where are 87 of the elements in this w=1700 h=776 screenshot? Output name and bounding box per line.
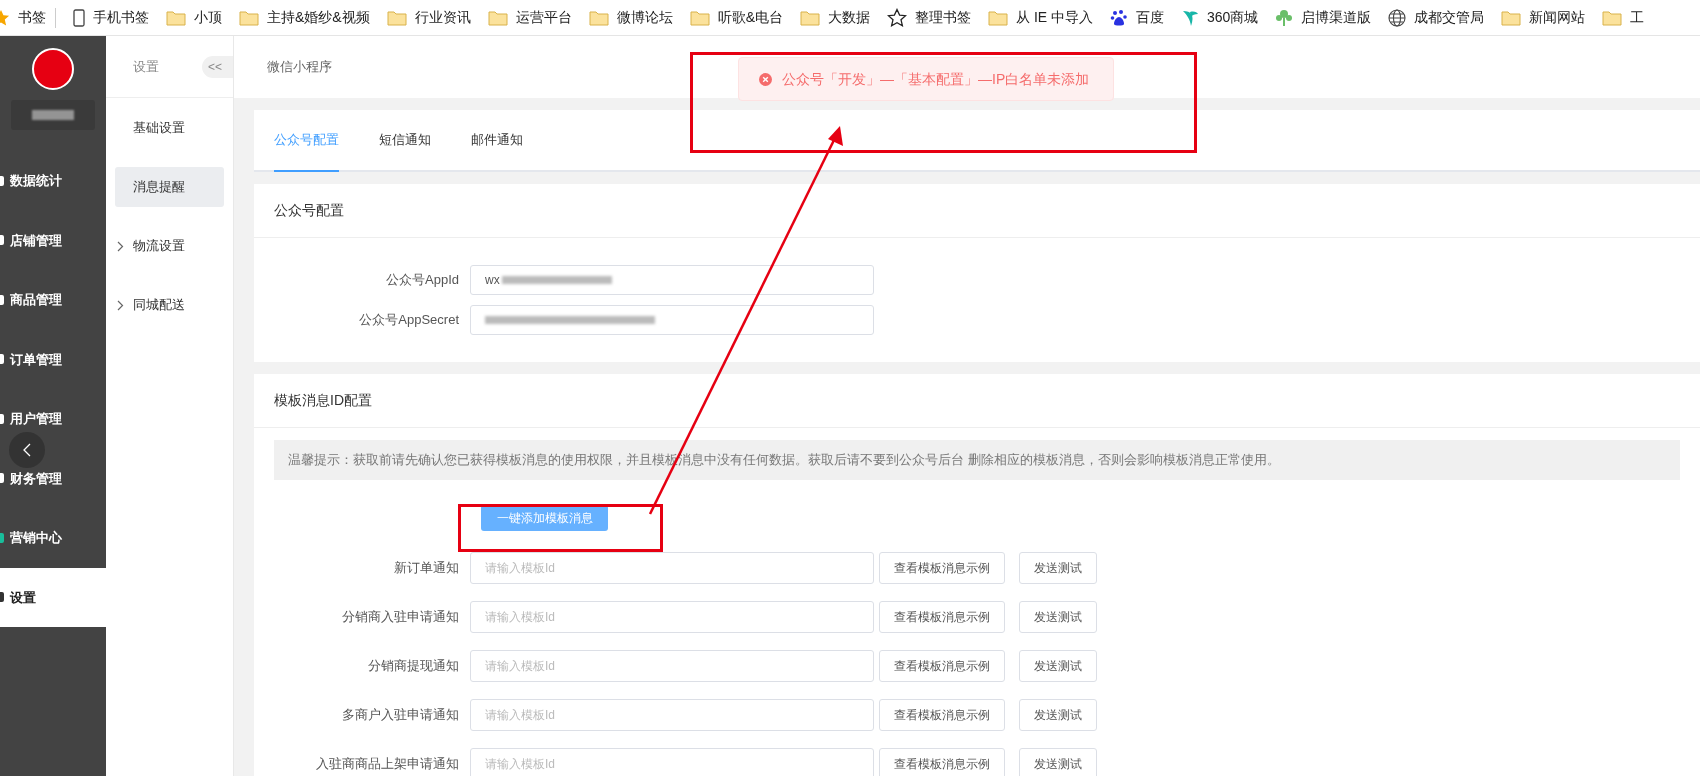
sidebar-item[interactable]: 基础设置 xyxy=(115,108,224,148)
bookmark-link[interactable]: 手机书签 xyxy=(93,7,149,28)
folder-icon[interactable] xyxy=(800,9,821,26)
nav-item[interactable]: 财务管理 xyxy=(0,448,106,508)
example-button[interactable]: 查看模板消息示例 xyxy=(879,748,1005,776)
bookmark-link[interactable]: 行业资讯 xyxy=(414,7,471,28)
menu-icon xyxy=(0,413,4,424)
bookmark-link[interactable]: 360商城 xyxy=(1207,7,1259,28)
avatar xyxy=(32,48,74,90)
nav-item[interactable]: 营销中心 xyxy=(0,508,106,568)
send-test-button[interactable]: 发送测试 xyxy=(1019,699,1097,731)
send-test-button[interactable]: 发送测试 xyxy=(1019,601,1097,633)
menu-icon xyxy=(0,175,4,186)
bookmark-link[interactable]: 大数据 xyxy=(828,7,871,28)
send-test-button[interactable]: 发送测试 xyxy=(1019,748,1097,776)
tree-icon[interactable] xyxy=(1275,8,1294,27)
field-label: 入驻商商品上架申请通知 xyxy=(315,755,459,774)
bookmark-link[interactable]: 启博渠道版 xyxy=(1301,7,1372,28)
error-icon xyxy=(759,72,772,86)
sidebar-item[interactable]: 消息提醒 xyxy=(115,167,224,207)
send-test-button[interactable]: 发送测试 xyxy=(1019,552,1097,584)
folder-icon[interactable] xyxy=(239,9,259,26)
nav-item[interactable]: 商品管理 xyxy=(0,270,106,330)
nav-item[interactable]: 数据统计 xyxy=(0,151,106,211)
bookmark-link[interactable]: 听歌&电台 xyxy=(717,7,784,28)
input-field[interactable]: 请输入模板Id xyxy=(470,601,874,633)
chevron-left-icon xyxy=(22,443,32,457)
nav-item[interactable]: 店铺管理 xyxy=(0,210,106,270)
folder-icon[interactable] xyxy=(1602,9,1623,26)
blurred-text xyxy=(32,110,74,120)
send-test-button[interactable]: 发送测试 xyxy=(1019,650,1097,682)
breadcrumb: 微信小程序 xyxy=(267,58,332,77)
nav-item[interactable]: 用户管理 xyxy=(0,389,106,449)
toast-message: 公众号「开发」—「基本配置」—IP白名单未添加 xyxy=(782,69,1090,89)
field-label: 多商户入驻申请通知 xyxy=(341,706,459,725)
bookmark-link[interactable]: 整理书签 xyxy=(915,7,972,28)
input-field[interactable]: 请输入模板Id xyxy=(470,650,874,682)
bookmark-link[interactable]: 从 IE 中导入 xyxy=(1016,7,1094,28)
folder-icon[interactable] xyxy=(487,9,508,26)
bookmark-link[interactable]: 运营平台 xyxy=(515,7,572,28)
input-field[interactable]: 请输入模板Id xyxy=(470,748,874,776)
tab[interactable]: 邮件通知 xyxy=(471,110,523,172)
folder-icon[interactable] xyxy=(588,9,609,26)
menu-icon xyxy=(0,592,4,603)
example-button[interactable]: 查看模板消息示例 xyxy=(879,552,1005,584)
menu-icon xyxy=(0,354,4,365)
bookmark-link[interactable]: 百度 xyxy=(1136,7,1165,28)
field-label: 公众号AppId xyxy=(385,271,459,290)
bookmark-link[interactable]: 新闻网站 xyxy=(1529,7,1586,28)
field-label: 公众号AppSecret xyxy=(358,311,459,330)
example-button[interactable]: 查看模板消息示例 xyxy=(879,699,1005,731)
input-field[interactable]: wx xyxy=(470,265,874,295)
folder-icon[interactable] xyxy=(1501,9,1522,26)
tab[interactable]: 短信通知 xyxy=(379,110,431,172)
example-button[interactable]: 查看模板消息示例 xyxy=(879,601,1005,633)
sidebar-item[interactable]: 物流设置 xyxy=(115,226,224,266)
menu-icon xyxy=(0,235,4,246)
bookmark-link[interactable]: 微博论坛 xyxy=(616,7,673,28)
card-title: 公众号配置 xyxy=(274,201,344,220)
bookmark-link[interactable]: 工 xyxy=(1630,7,1645,28)
sidebar-title: 设置 xyxy=(133,57,159,76)
bookmark-link[interactable]: 成都交管局 xyxy=(1414,7,1485,28)
folder-icon[interactable] xyxy=(386,9,407,26)
star-icon[interactable] xyxy=(887,7,908,28)
card-title: 模板消息ID配置 xyxy=(274,391,372,410)
field-label: 分销商入驻申请通知 xyxy=(341,608,459,627)
input-field[interactable] xyxy=(470,305,874,335)
field-label: 分销商提现通知 xyxy=(367,657,459,676)
globe-icon[interactable] xyxy=(1388,8,1407,27)
menu-icon xyxy=(0,473,4,484)
bookmark-link[interactable]: 小顶 xyxy=(194,7,222,28)
leaf-icon[interactable] xyxy=(1181,8,1200,27)
field-label: 新订单通知 xyxy=(393,559,459,578)
paw-icon[interactable] xyxy=(1110,8,1129,27)
menu-icon xyxy=(0,294,4,305)
bookmark-link[interactable]: 主持&婚纱&视频 xyxy=(267,7,370,28)
nav-item[interactable]: 设置 xyxy=(0,567,106,627)
folder-icon[interactable] xyxy=(166,9,186,26)
bookmark-link[interactable]: 书签 xyxy=(18,7,46,28)
folder-icon[interactable] xyxy=(689,9,710,26)
folder-icon[interactable] xyxy=(988,9,1009,26)
nav-item[interactable]: 订单管理 xyxy=(0,329,106,389)
example-button[interactable]: 查看模板消息示例 xyxy=(879,650,1005,682)
input-field[interactable]: 请输入模板Id xyxy=(470,552,874,584)
sidebar-item[interactable]: 同城配送 xyxy=(115,285,224,325)
input-field[interactable]: 请输入模板Id xyxy=(470,699,874,731)
phone-icon[interactable] xyxy=(73,8,85,27)
